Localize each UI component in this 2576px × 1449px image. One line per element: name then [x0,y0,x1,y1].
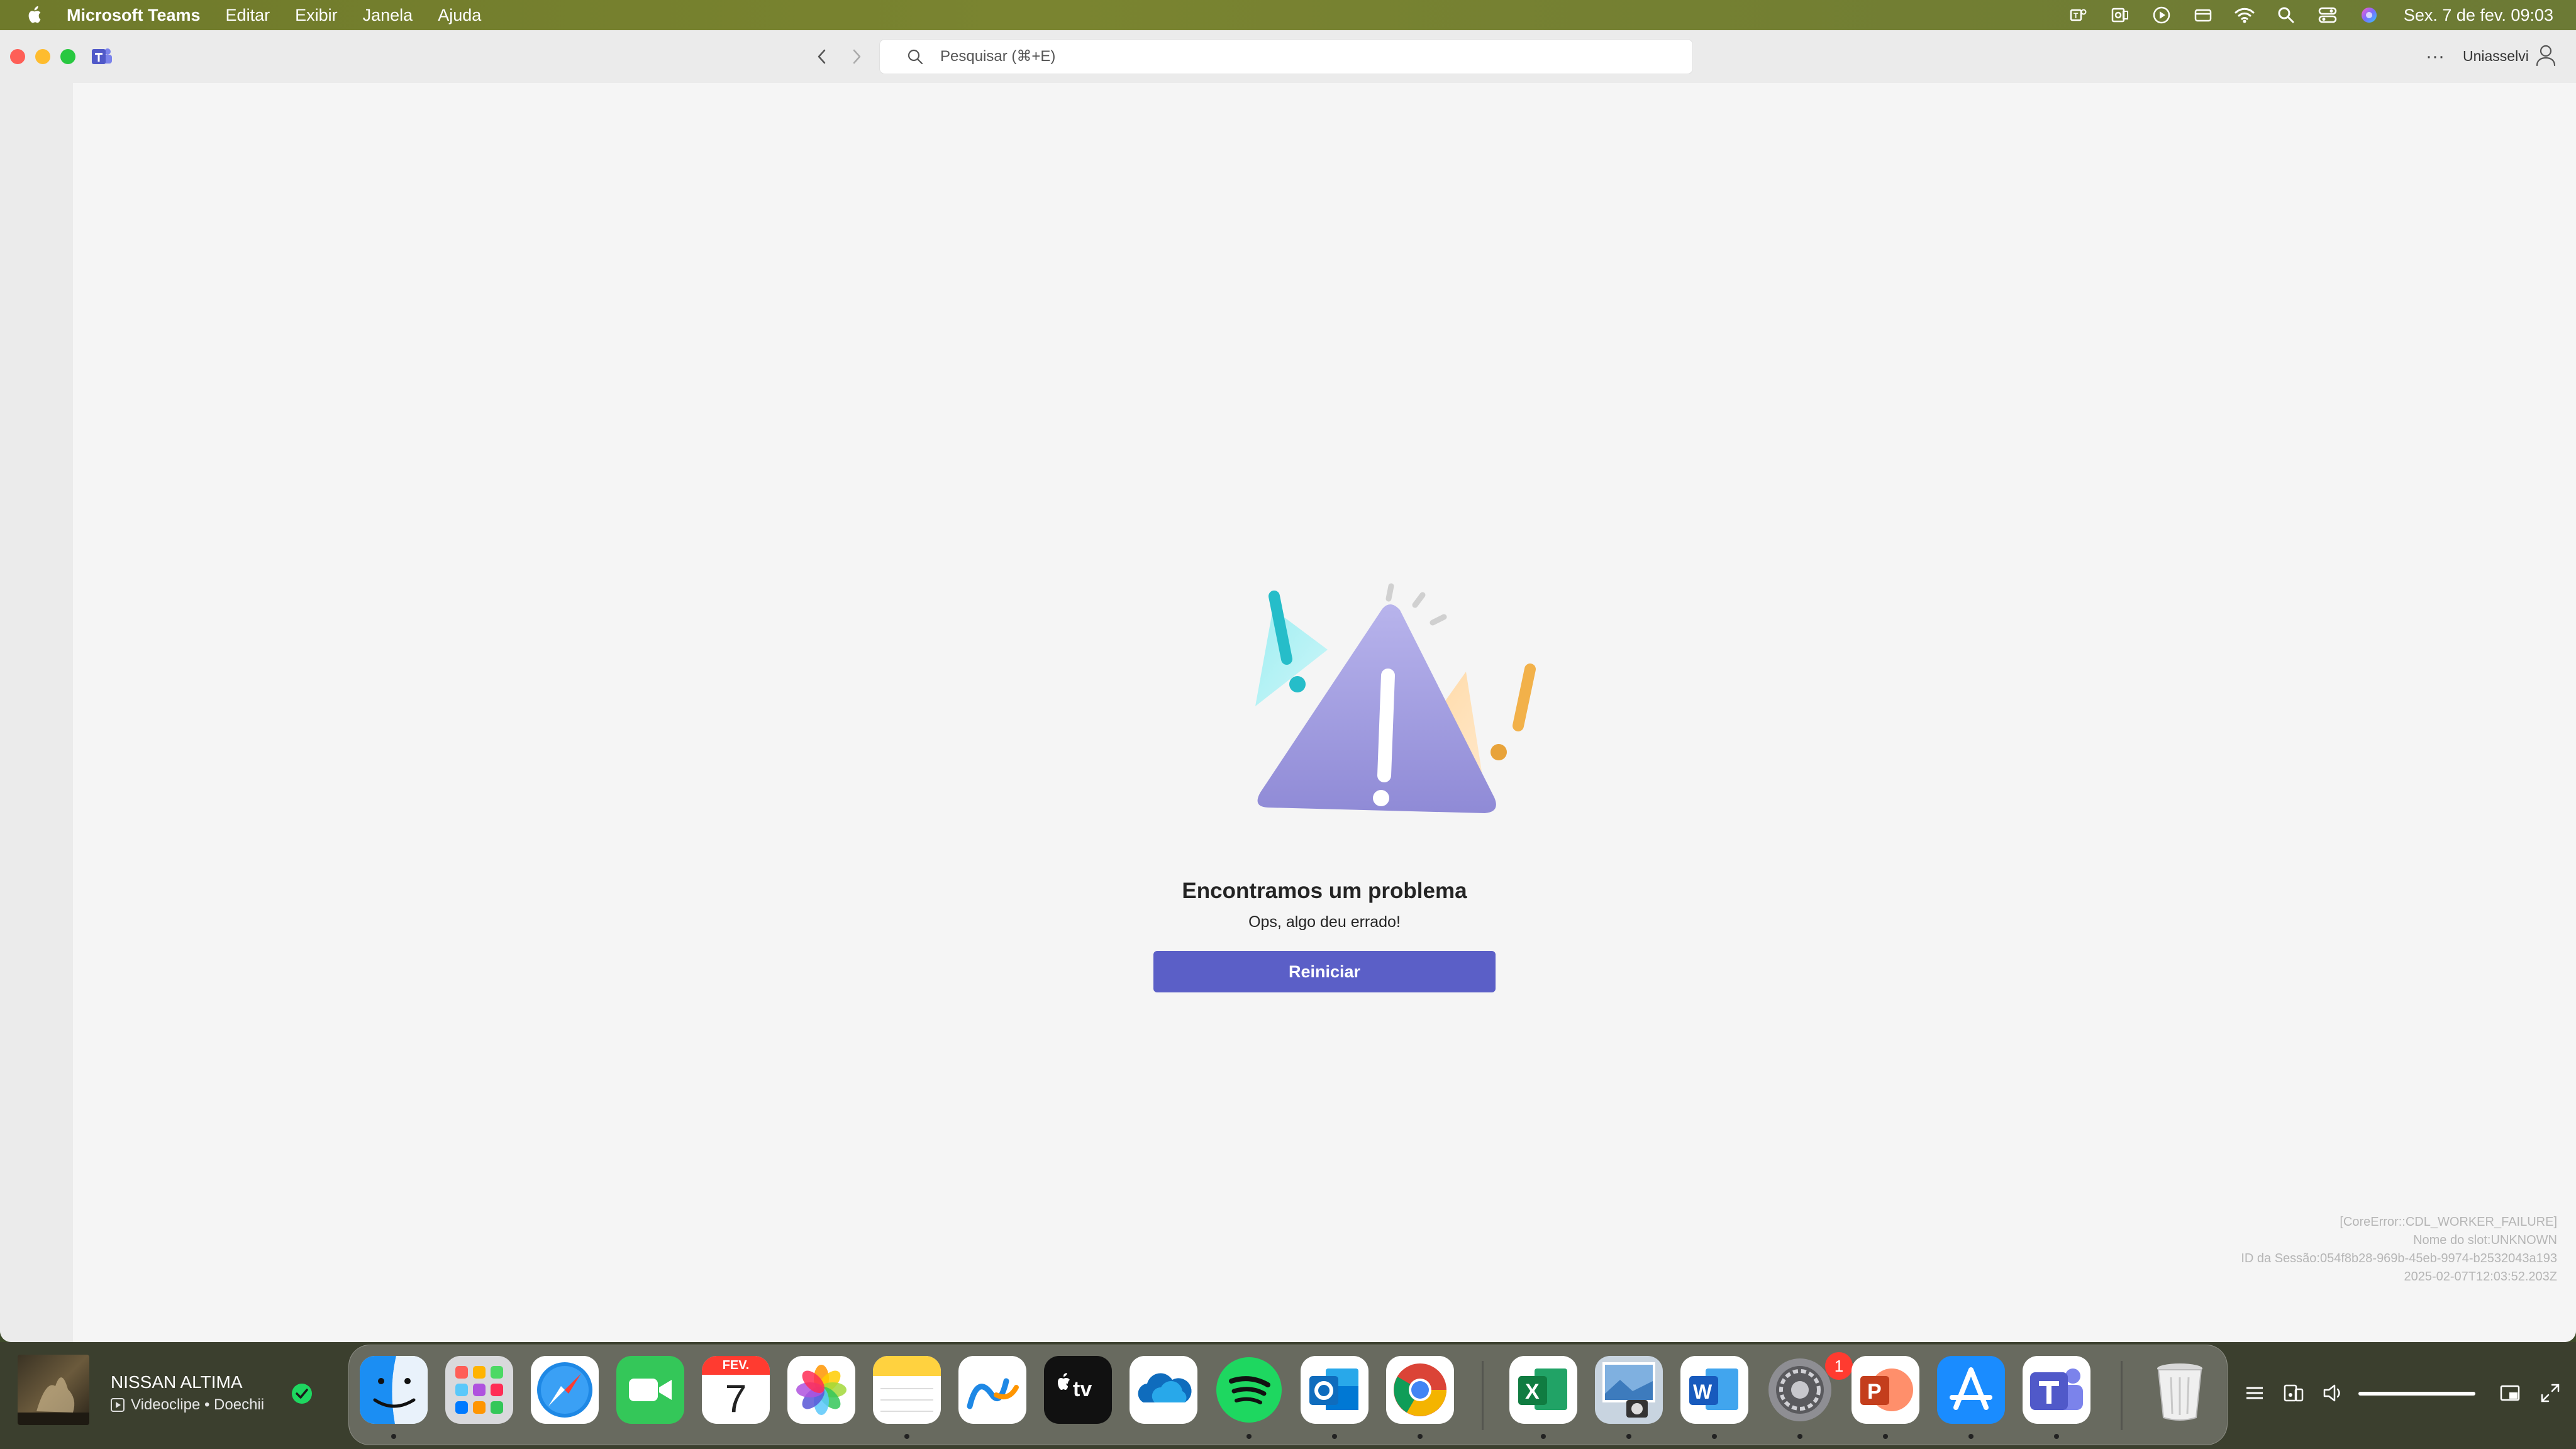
facetime-icon[interactable] [616,1356,684,1424]
menu-bar-clock[interactable]: Sex. 7 de fev. 09:03 [2404,6,2553,25]
check-circle-icon [292,1384,312,1404]
album-art [18,1355,89,1425]
connect-device-icon[interactable] [2282,1381,2306,1405]
finder-icon[interactable] [360,1356,428,1424]
search-bar[interactable] [880,40,1692,74]
teams-logo-icon [92,48,112,64]
error-title: Encontramos um problema [1182,879,1467,903]
chevron-right-icon [853,49,861,64]
teams-icon[interactable] [2023,1356,2090,1424]
diag-slot-name: Nome do slot:UNKNOWN [2413,1233,2557,1247]
play-status-icon[interactable] [2151,4,2172,26]
apple-menu-icon[interactable] [25,4,45,26]
back-button[interactable] [809,44,835,69]
word-icon[interactable]: W [1680,1356,1748,1424]
diagnostics-info: [CoreError::CDL_WORKER_FAILURE] Nome do … [2241,1213,2557,1286]
siri-icon[interactable] [2358,4,2380,26]
spotlight-search-icon[interactable] [2275,4,2297,26]
search-icon [908,49,923,65]
app-name-menu[interactable]: Microsoft Teams [67,6,201,25]
app-store-icon[interactable] [1937,1356,2005,1424]
teams-status-icon[interactable]: T [2068,4,2089,26]
photos-icon[interactable] [787,1356,855,1424]
onedrive-icon[interactable] [1130,1356,1197,1424]
svg-text:P: P [1867,1380,1882,1404]
preview-icon[interactable] [1595,1356,1663,1424]
outlook-status-icon[interactable] [2109,4,2131,26]
menu-editar[interactable]: Editar [226,6,270,25]
freeform-icon[interactable] [958,1356,1026,1424]
outlook-icon[interactable] [1301,1356,1368,1424]
diag-session-id: ID da Sessão:054f8b28-969b-45eb-9974-b25… [2241,1252,2557,1265]
svg-text:X: X [1525,1380,1540,1404]
media-controls [2243,1376,2570,1411]
diag-timestamp: 2025-02-07T12:03:52.203Z [2404,1270,2557,1284]
more-options-button[interactable]: ··· [2423,45,2448,68]
left-rail [0,83,73,1342]
wifi-icon[interactable] [2234,4,2255,26]
menu-janela[interactable]: Janela [363,6,413,25]
song-subtitle: Videoclipe • Doechii [111,1396,264,1414]
error-subtitle: Ops, algo deu errado! [1248,913,1401,931]
diag-error-code: [CoreError::CDL_WORKER_FAILURE] [2340,1215,2557,1229]
calendar-month: FEV. [702,1356,770,1375]
menu-ajuda[interactable]: Ajuda [438,6,481,25]
song-title: NISSAN ALTIMA [111,1372,243,1392]
now-playing-widget[interactable]: NISSAN ALTIMA Videoclipe • Doechii [18,1355,319,1428]
forward-button[interactable] [844,44,869,69]
menu-bar: Microsoft Teams Editar Exibir Janela Aju… [0,0,2576,30]
dock: FEV. 7 tv X W 1 P [348,1345,2228,1445]
avatar-icon[interactable] [2534,43,2557,68]
title-bar: ··· Uniasselvi [0,30,2576,83]
maximize-window-button[interactable] [60,49,75,64]
powerpoint-icon[interactable]: P [1852,1356,1919,1424]
minimize-window-button[interactable] [35,49,50,64]
song-subtitle-text: Videoclipe • Doechii [131,1396,265,1413]
settings-notification-badge: 1 [1825,1352,1853,1380]
safari-icon[interactable] [531,1356,599,1424]
volume-slider[interactable] [2358,1392,2475,1396]
card-status-icon[interactable] [2192,4,2214,26]
mini-player-icon[interactable] [2498,1381,2522,1405]
chevron-left-icon [818,49,826,64]
svg-text:W: W [1693,1380,1713,1403]
volume-icon[interactable] [2321,1381,2345,1405]
queue-list-icon[interactable] [2243,1381,2267,1405]
chrome-icon[interactable] [1386,1356,1454,1424]
error-content-area: Encontramos um problema Ops, algo deu er… [73,83,2576,1342]
spotify-icon[interactable] [1215,1356,1283,1424]
menu-exibir[interactable]: Exibir [295,6,338,25]
trash-icon[interactable] [2146,1356,2214,1424]
apple-tv-icon[interactable]: tv [1044,1356,1112,1424]
teams-window: ··· Uniasselvi [0,30,2576,1342]
calendar-icon[interactable]: FEV. 7 [702,1356,770,1424]
calendar-day: 7 [724,1377,747,1421]
svg-text:tv: tv [1073,1377,1092,1401]
control-center-icon[interactable] [2317,4,2338,26]
restart-button[interactable]: Reiniciar [1153,951,1496,992]
excel-icon[interactable]: X [1509,1356,1577,1424]
close-window-button[interactable] [10,49,25,64]
svg-text:T: T [2074,11,2079,20]
account-name[interactable]: Uniasselvi [2463,48,2529,65]
system-settings-icon[interactable] [1766,1356,1834,1424]
video-play-icon [111,1398,125,1412]
notes-icon[interactable] [873,1356,941,1424]
fullscreen-icon[interactable] [2538,1381,2562,1405]
search-input[interactable] [939,47,1570,66]
launchpad-icon[interactable] [445,1356,513,1424]
warning-illustration-icon [1255,583,1536,813]
